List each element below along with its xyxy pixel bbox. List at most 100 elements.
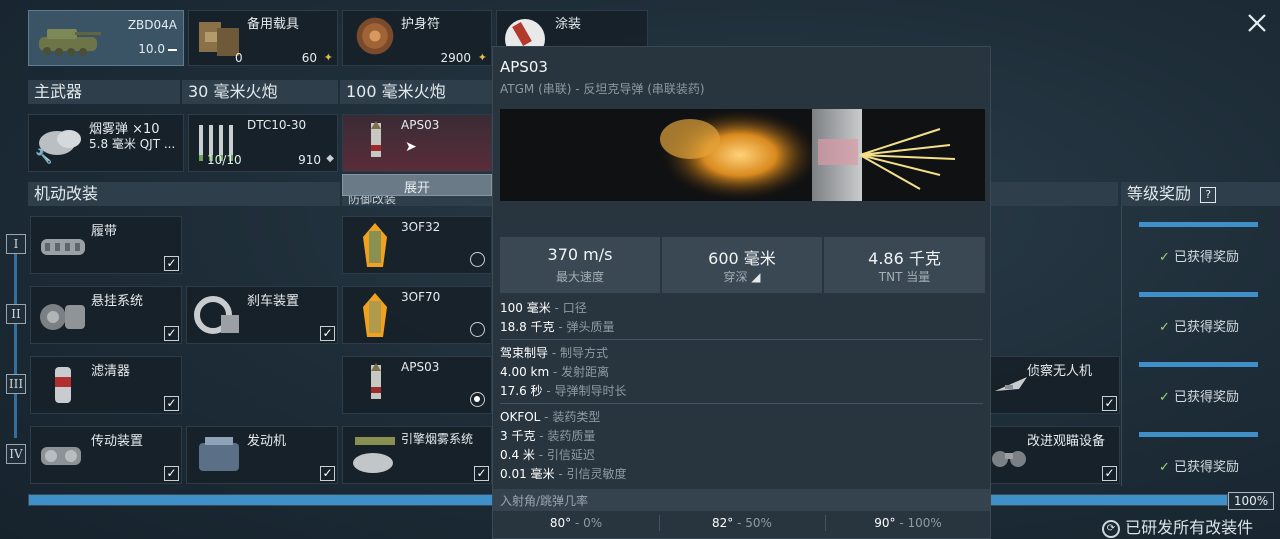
- stat-value: 600 毫米: [708, 249, 776, 268]
- ammo-3of32[interactable]: 3OF32: [342, 216, 492, 274]
- vehicle-card[interactable]: ZBD04A 10.0: [28, 10, 184, 66]
- spec-key: 发射距离: [561, 365, 610, 379]
- ammo-aps03[interactable]: APS03: [342, 356, 492, 414]
- talisman-card[interactable]: 护身符 2900 ✦: [342, 10, 492, 66]
- mod-label: 侦察无人机: [1027, 364, 1093, 379]
- suspension-icon: [40, 304, 85, 330]
- dtc-price: 910: [298, 153, 321, 167]
- spec-key: 口径: [562, 301, 587, 315]
- spec-key: 引信延迟: [546, 448, 595, 462]
- ricochet-chance: 0%: [583, 516, 603, 530]
- ricochet-title: 入射角/跳弹几率: [500, 494, 589, 508]
- stat-value: 370 m/s: [547, 245, 613, 264]
- mod-recon-drone[interactable]: 侦察无人机 ✓: [980, 356, 1120, 414]
- ricochet-chance: 50%: [745, 516, 772, 530]
- ricochet-angle: 90°: [874, 516, 896, 530]
- checkbox[interactable]: ✓: [164, 466, 179, 481]
- checkbox[interactable]: ✓: [164, 396, 179, 411]
- expand-button[interactable]: 展开: [342, 174, 492, 196]
- vehicle-name: ZBD04A: [127, 18, 177, 32]
- spec-key: 制导方式: [559, 346, 608, 360]
- mod-improved-optics[interactable]: 改进观瞄设备 ✓: [980, 426, 1120, 484]
- aps03-slot[interactable]: APS03 ➤: [342, 114, 492, 172]
- missile-icon: [371, 121, 381, 157]
- talisman-icon: [356, 17, 394, 55]
- mod-label: 履带: [91, 224, 118, 239]
- footer-status-text: 已研发所有改装件: [1125, 518, 1254, 537]
- spec-value: 0.01 毫米: [500, 467, 555, 481]
- he-shell-icon: [363, 223, 387, 267]
- spec-value: 17.6 秒: [500, 384, 543, 398]
- stat-label: 最大速度: [555, 270, 604, 284]
- transmission-icon: [41, 447, 81, 465]
- ammo-tooltip: APS03 ATGM (串联) - 反坦克导弹 (串联装药) 370 m/s 最…: [492, 46, 991, 539]
- mod-engine[interactable]: 发动机 ✓: [186, 426, 338, 484]
- ammo-label: 3OF32: [401, 220, 441, 234]
- tier-2: II: [6, 304, 26, 324]
- silver-lion-icon: ◆: [326, 153, 334, 164]
- mod-transmission[interactable]: 传动装置 ✓: [30, 426, 182, 484]
- spare-price: 60: [301, 51, 317, 65]
- explosion-image: [660, 109, 956, 201]
- radio-button[interactable]: [470, 322, 485, 337]
- spec-warhead-mass: 18.8 千克 - 弹头质量: [500, 320, 615, 334]
- mod-filters[interactable]: 滤清器 ✓: [30, 356, 182, 414]
- camouflage-label: 涂装: [555, 17, 582, 32]
- mod-tracks[interactable]: 履带 ✓: [30, 216, 182, 274]
- spec-key: 弹头质量: [566, 320, 615, 334]
- mod-brakes[interactable]: 刹车装置 ✓: [186, 286, 338, 344]
- ricochet-angle: 80°: [549, 516, 572, 530]
- spec-guidance-time: 17.6 秒 - 导弹制导时长: [500, 384, 627, 398]
- checkbox[interactable]: ✓: [1102, 396, 1117, 411]
- ammo-label: APS03: [401, 360, 440, 374]
- ricochet-cell: 90° - 100%: [874, 516, 942, 530]
- radio-button-selected[interactable]: [470, 392, 485, 407]
- tier-rail: [14, 248, 17, 438]
- header-protection-partial: 防御改装: [342, 196, 492, 206]
- header-100mm: 100 毫米火炮: [340, 80, 492, 104]
- he-shell-icon: [363, 293, 387, 337]
- checkbox[interactable]: ✓: [320, 466, 335, 481]
- help-icon[interactable]: ?: [1200, 186, 1217, 203]
- checkbox[interactable]: ✓: [320, 326, 335, 341]
- spare-count: 0: [235, 51, 243, 65]
- dtc10-30-slot[interactable]: DTC10-30 10/10 910 ◆: [188, 114, 338, 172]
- checkbox[interactable]: ✓: [474, 466, 489, 481]
- stat-label: 穿深: [723, 270, 748, 284]
- camouflage-card[interactable]: 涂装: [496, 10, 648, 51]
- golden-eagle-icon: ✦: [323, 51, 333, 64]
- ammo-label: 3OF70: [401, 290, 441, 304]
- checkbox[interactable]: ✓: [164, 326, 179, 341]
- header-main-weapon: 主武器: [28, 80, 180, 104]
- stat-value: 4.86 千克: [868, 249, 941, 268]
- mod-engine-smoke[interactable]: 引擎烟雾系统 ✓: [342, 426, 492, 484]
- brakes-icon: [194, 296, 239, 334]
- reward-label: 已获得奖励: [1174, 320, 1240, 335]
- penetration-icon: ◢: [751, 270, 761, 284]
- spare-vehicle-card[interactable]: 备用载具 0 60 ✦: [188, 10, 338, 66]
- mod-label: 引擎烟雾系统: [401, 432, 474, 446]
- header-mobility: 机动改装: [28, 182, 340, 206]
- spec-key: 导弹制导时长: [554, 384, 627, 398]
- stat-max-speed: 370 m/s 最大速度: [500, 237, 660, 293]
- check-icon: ✓: [1158, 460, 1174, 475]
- checkbox[interactable]: ✓: [1102, 466, 1117, 481]
- ricochet-table: 80° - 0% 82° - 50% 90° - 100%: [493, 513, 990, 535]
- header-30mm: 30 毫米火炮: [182, 80, 338, 104]
- smoke-sub: 5.8 毫米 QJT ...: [89, 137, 176, 151]
- reward-tier-2: ✓ 已获得奖励: [1124, 288, 1274, 354]
- smoke-grenade-slot[interactable]: 🔧 烟雾弹 ×10 5.8 毫米 QJT ...: [28, 114, 184, 172]
- tier-4: IV: [6, 444, 26, 464]
- radio-button[interactable]: [470, 252, 485, 267]
- checkbox[interactable]: ✓: [164, 256, 179, 271]
- reward-tier-3: ✓ 已获得奖励: [1124, 358, 1274, 424]
- ammo-3of70[interactable]: 3OF70: [342, 286, 492, 344]
- close-button[interactable]: [1244, 10, 1270, 36]
- spec-guidance: 驾束制导 - 制导方式: [500, 346, 608, 360]
- spec-key: 装药类型: [552, 410, 601, 424]
- spec-fuse-delay: 0.4 米 - 引信延迟: [500, 448, 595, 462]
- aps-name: APS03: [401, 118, 440, 132]
- spec-value: 18.8 千克: [500, 320, 555, 334]
- mod-suspension[interactable]: 悬挂系统 ✓: [30, 286, 182, 344]
- tank-icon: [39, 29, 101, 56]
